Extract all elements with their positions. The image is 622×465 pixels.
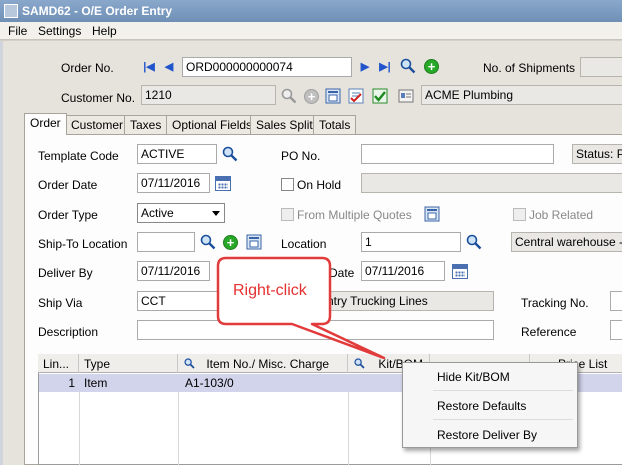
callout-bubble [216, 256, 386, 360]
callout-text: Right-click [233, 282, 307, 299]
